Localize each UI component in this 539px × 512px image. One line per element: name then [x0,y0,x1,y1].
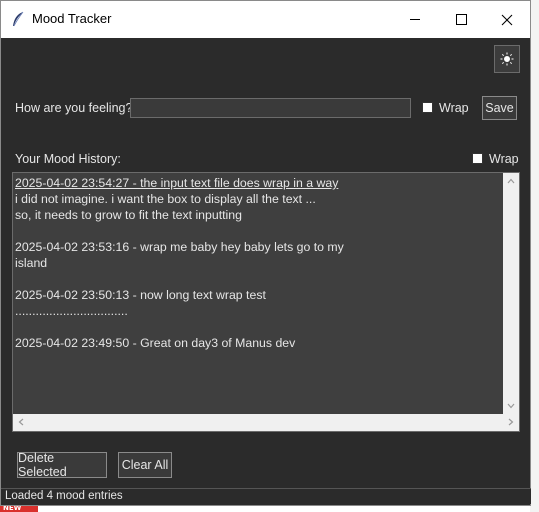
close-icon [501,14,513,25]
clear-all-button[interactable]: Clear All [118,452,172,478]
delete-selected-button[interactable]: Delete Selected [17,451,107,479]
save-button[interactable]: Save [482,96,517,120]
scroll-down-icon[interactable] [507,402,515,410]
close-button[interactable] [484,1,530,38]
entry-line: 2025-04-02 23:50:13 - now long text wrap… [15,288,266,302]
list-item[interactable]: 2025-04-02 23:54:27 - the input text fil… [15,175,505,223]
history-wrap-label: Wrap [489,152,519,166]
vertical-scrollbar[interactable] [503,173,519,414]
sun-icon [500,52,514,66]
scroll-right-icon[interactable] [507,418,515,426]
minimize-button[interactable] [392,1,438,38]
title-bar[interactable]: Mood Tracker [1,1,530,38]
list-item[interactable]: 2025-04-02 23:53:16 - wrap me baby hey b… [15,239,505,271]
background-window-edge [530,0,539,512]
input-wrap-checkbox[interactable] [422,102,433,113]
window-title: Mood Tracker [32,11,112,26]
status-bar: Loaded 4 mood entries [1,488,531,504]
minimize-icon [409,19,420,20]
entry-line: ................................. [15,304,128,318]
maximize-button[interactable] [438,1,484,38]
history-wrap-checkbox[interactable] [472,153,483,164]
entry-line: island [15,256,48,270]
theme-toggle-button[interactable] [494,45,520,73]
history-heading: Your Mood History: [15,152,121,166]
input-wrap-label: Wrap [439,101,469,115]
entry-line: i did not imagine. i want the box to dis… [15,192,316,206]
feeling-prompt-label: How are you feeling? [15,101,133,115]
entry-line: 2025-04-02 23:53:16 - wrap me baby hey b… [15,240,344,254]
status-text: Loaded 4 mood entries [5,490,123,502]
scroll-up-icon[interactable] [507,177,515,185]
mood-history-listbox[interactable]: 2025-04-02 23:54:27 - the input text fil… [12,172,520,432]
list-item[interactable]: 2025-04-02 23:49:50 - Great on day3 of M… [15,335,505,351]
horizontal-scrollbar[interactable] [13,414,519,431]
entry-line: 2025-04-02 23:49:50 - Great on day3 of M… [15,336,296,350]
feather-icon [11,11,25,27]
list-item[interactable]: 2025-04-02 23:50:13 - now long text wrap… [15,287,505,319]
mood-input[interactable] [130,98,411,118]
maximize-icon [455,14,467,25]
history-list[interactable]: 2025-04-02 23:54:27 - the input text fil… [15,175,505,413]
entry-line: 2025-04-02 23:54:27 - the input text fil… [15,176,339,190]
entry-line: so, it needs to grow to fit the text inp… [15,208,242,222]
scroll-left-icon[interactable] [17,418,25,426]
